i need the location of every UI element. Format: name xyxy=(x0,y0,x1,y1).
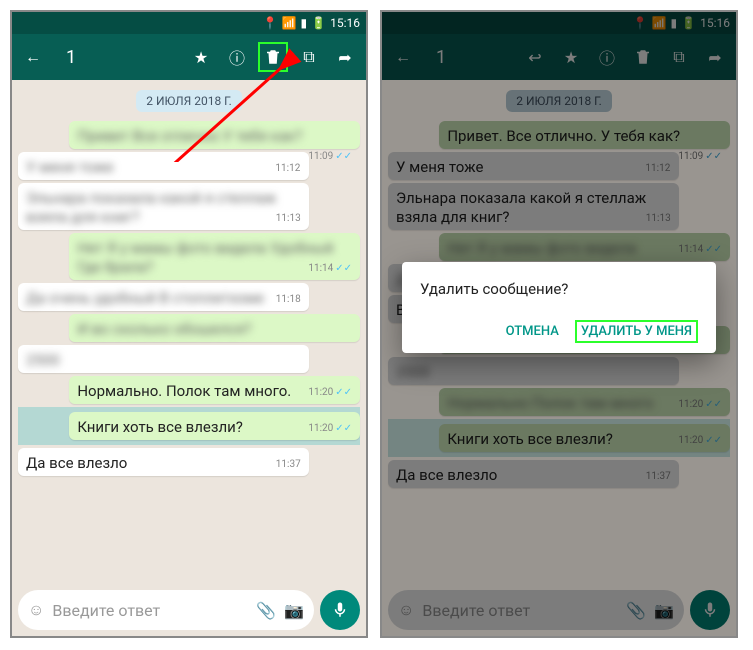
date-chip: 2 ИЮЛЯ 2018 Г. xyxy=(136,90,241,112)
message-bubble[interactable]: У меня тоже 11:12 xyxy=(18,152,309,180)
read-ticks-icon: ✓✓ xyxy=(335,263,352,274)
message-text: Да все влезло xyxy=(26,454,127,472)
message-text: Нормально. Полок там много. xyxy=(77,382,291,400)
message-text: Книги хоть все влезли? xyxy=(77,418,243,436)
forward-icon[interactable]: ➦ xyxy=(330,42,360,72)
message-time: 11:09✓✓ xyxy=(308,151,352,162)
message-text: 2500 xyxy=(26,351,60,369)
selection-toolbar: ← 1 ★ ⓘ ⧉ ➦ xyxy=(12,34,366,80)
message-text: Нет Я у мамы фото видела Удобный Где бра… xyxy=(77,239,333,276)
message-time: 11:12 xyxy=(275,163,300,174)
message-time: 11:20✓✓ xyxy=(308,423,352,434)
delete-for-me-button[interactable]: УДАЛИТЬ У МЕНЯ xyxy=(575,320,698,343)
read-ticks-icon: ✓✓ xyxy=(335,387,352,398)
message-bubble[interactable]: Привет Все отлично У тебя как?11:09✓✓ xyxy=(69,121,360,149)
message-bubble[interactable]: Книги хоть все влезли? 11:20✓✓ xyxy=(69,412,360,440)
message-bubble[interactable]: Да все влезло 11:37 xyxy=(18,448,309,476)
signal-icon: ▮ xyxy=(301,16,308,30)
input-bar: ☺ Введите ответ 📎 📷 xyxy=(12,584,366,636)
star-icon[interactable]: ★ xyxy=(186,42,216,72)
status-time: 15:16 xyxy=(330,16,360,30)
info-icon[interactable]: ⓘ xyxy=(222,42,252,72)
location-icon: 📍 xyxy=(263,16,278,30)
chat-body[interactable]: 2 ИЮЛЯ 2018 Г. Привет Все отлично У тебя… xyxy=(12,80,366,584)
message-bubble[interactable]: Нет Я у мамы фото видела Удобный Где бра… xyxy=(69,233,360,280)
message-time: 11:18 xyxy=(276,294,301,305)
message-time: 11:13 xyxy=(276,213,301,224)
message-text: И во сколько обошелся? xyxy=(77,320,251,338)
read-ticks-icon: ✓✓ xyxy=(335,151,352,162)
message-time: 11:20✓✓ xyxy=(308,387,352,398)
message-text: Эльнара показала какой я стеллаж взяла д… xyxy=(26,189,276,226)
message-text: Привет Все отлично У тебя как? xyxy=(77,127,302,145)
attach-icon[interactable]: 📎 xyxy=(256,601,276,620)
message-text: У меня тоже xyxy=(26,158,113,176)
battery-icon: 🔋 xyxy=(311,16,326,30)
message-bubble[interactable]: Да очень удобный В стоплитхоме 11:18 xyxy=(18,283,309,311)
phone-screen-left: 📍 📶 ▮ 🔋 15:16 ← 1 ★ ⓘ ⧉ ➦ 2 ИЮЛЯ 2018 Г.… xyxy=(10,10,368,638)
copy-icon[interactable]: ⧉ xyxy=(294,42,324,72)
phone-screen-right: 📍 📶 ▮ 🔋 15:16 ← 1 ↩ ★ ⓘ ⧉ ➦ 2 ИЮЛЯ 2018 … xyxy=(380,10,738,638)
message-bubble[interactable]: Эльнара показала какой я стеллаж взяла д… xyxy=(18,183,309,230)
dialog-title: Удалить сообщение? xyxy=(420,280,698,298)
wifi-icon: 📶 xyxy=(282,16,297,30)
status-bar: 📍 📶 ▮ 🔋 15:16 xyxy=(12,12,366,34)
delete-icon[interactable] xyxy=(258,42,288,72)
message-bubble[interactable]: 2500 xyxy=(18,345,309,373)
cancel-button[interactable]: ОТМЕНА xyxy=(504,320,561,343)
selection-count: 1 xyxy=(54,47,180,68)
message-input[interactable]: ☺ Введите ответ 📎 📷 xyxy=(18,590,314,630)
camera-icon[interactable]: 📷 xyxy=(284,601,304,620)
message-text: Да очень удобный В стоплитхоме xyxy=(26,289,264,307)
emoji-icon[interactable]: ☺ xyxy=(28,600,44,620)
mic-button[interactable] xyxy=(320,590,360,630)
delete-dialog: Удалить сообщение? ОТМЕНА УДАЛИТЬ У МЕНЯ xyxy=(402,262,716,353)
read-ticks-icon: ✓✓ xyxy=(335,423,352,434)
message-bubble[interactable]: И во сколько обошелся? xyxy=(69,314,360,342)
message-time: 11:37 xyxy=(276,459,301,470)
message-time: 11:14✓✓ xyxy=(308,263,352,274)
input-placeholder: Введите ответ xyxy=(52,601,248,620)
back-arrow-icon[interactable]: ← xyxy=(18,42,48,72)
message-bubble[interactable]: Нормально. Полок там много. 11:20✓✓ xyxy=(69,376,360,404)
